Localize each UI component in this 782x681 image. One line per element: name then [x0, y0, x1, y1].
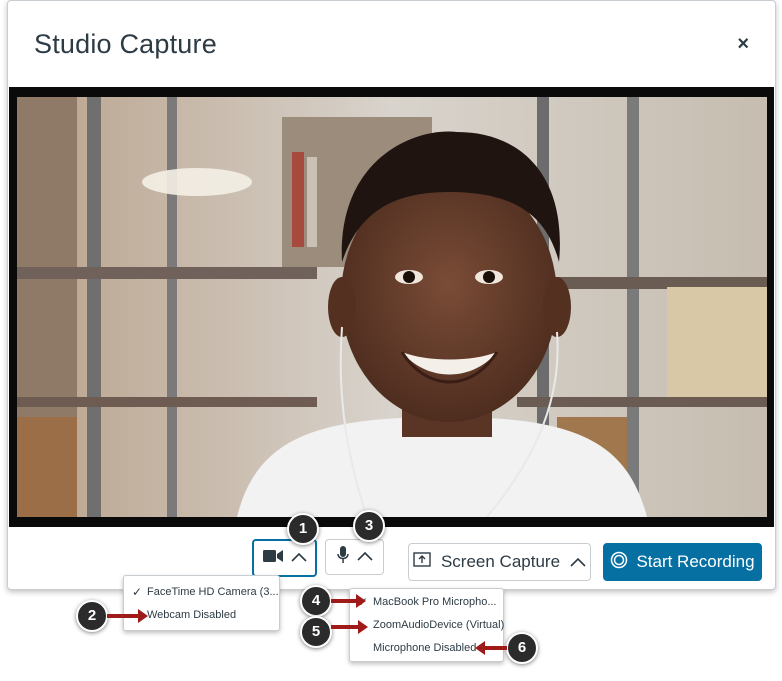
- callout-badge-1: 1: [287, 513, 319, 545]
- record-icon: [610, 551, 628, 574]
- callout-badge-2: 2: [76, 600, 108, 632]
- callout-badge-6: 6: [506, 632, 538, 664]
- callout-arrow-2: [107, 609, 148, 623]
- callout-badge-4: 4: [300, 585, 332, 617]
- close-icon[interactable]: ×: [737, 33, 749, 56]
- callout-badge-5: 5: [300, 616, 332, 648]
- dialog-title: Studio Capture: [34, 29, 217, 59]
- webcam-feed: [17, 97, 767, 517]
- menu-item-label: Webcam Disabled: [147, 609, 237, 621]
- webcam-image: [17, 97, 767, 517]
- callout-arrow-5: [331, 620, 368, 634]
- microphone-icon: [336, 545, 349, 569]
- camera-select-button[interactable]: [252, 539, 317, 577]
- mic-option-zoom[interactable]: ZoomAudioDevice (Virtual): [350, 614, 505, 636]
- screen-share-icon: [413, 551, 431, 573]
- chevron-up-icon: [356, 548, 373, 566]
- callout-arrow-4: [331, 594, 366, 608]
- start-recording-button[interactable]: Start Recording: [603, 543, 762, 581]
- studio-capture-dialog: Studio Capture ×: [7, 0, 776, 590]
- callout-arrow-6: [475, 641, 507, 655]
- callout-badge-3: 3: [353, 510, 385, 542]
- chevron-up-icon: [570, 552, 586, 572]
- mic-option-macbook[interactable]: ✓ MacBook Pro Micropho...: [350, 591, 503, 613]
- menu-item-label: Microphone Disabled: [373, 642, 477, 654]
- menu-item-label: ZoomAudioDevice (Virtual): [373, 619, 505, 631]
- start-recording-label: Start Recording: [636, 552, 755, 571]
- video-camera-icon: [262, 549, 283, 568]
- screen-capture-label: Screen Capture: [440, 552, 561, 571]
- microphone-select-button[interactable]: [325, 539, 384, 575]
- menu-item-label: FaceTime HD Camera (3...: [147, 586, 279, 598]
- camera-option-facetime[interactable]: ✓ FaceTime HD Camera (3...: [124, 581, 279, 603]
- menu-item-label: MacBook Pro Micropho...: [373, 596, 497, 608]
- video-preview: [9, 87, 774, 527]
- checkmark-icon: ✓: [132, 585, 143, 599]
- chevron-up-icon: [290, 549, 307, 567]
- screen-capture-button[interactable]: Screen Capture: [408, 543, 591, 581]
